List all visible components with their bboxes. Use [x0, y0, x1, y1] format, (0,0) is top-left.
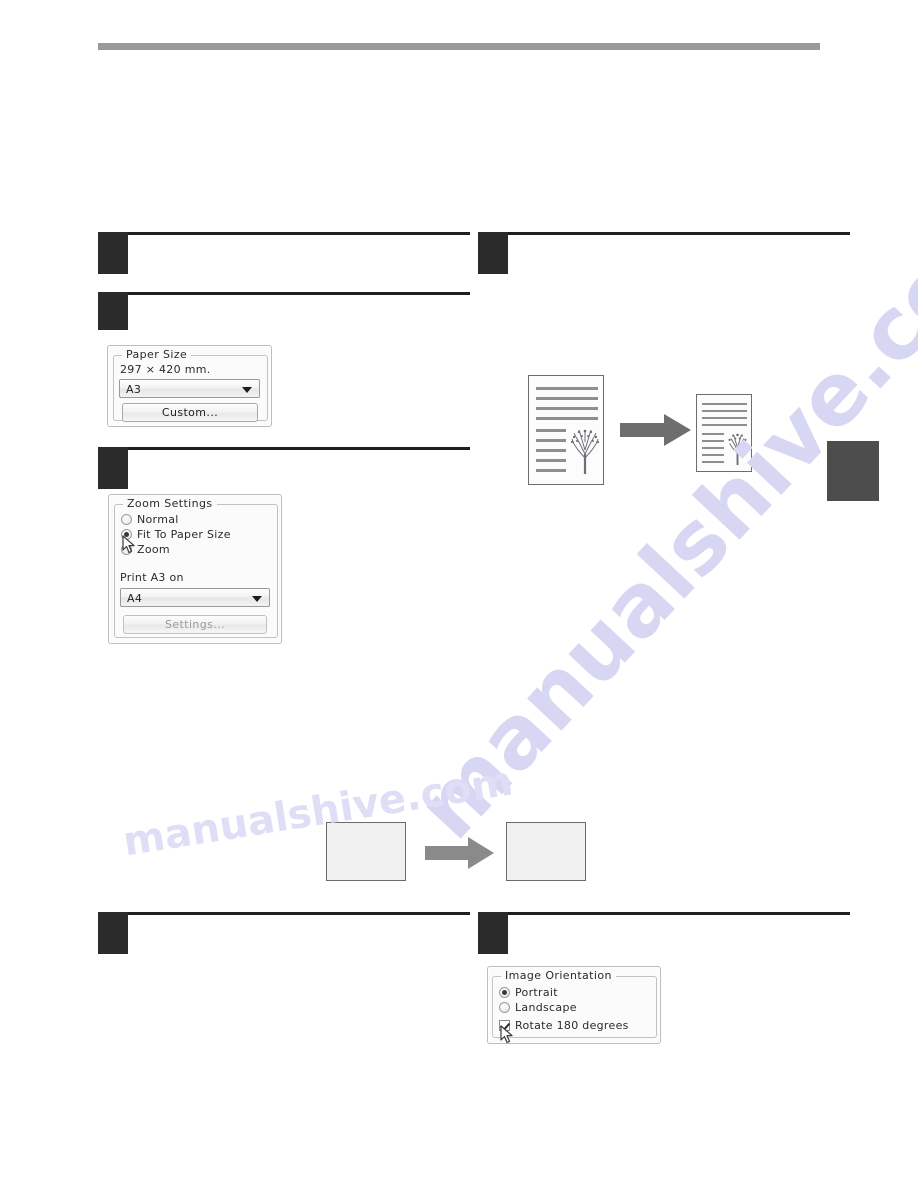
section-rule [508, 232, 850, 235]
chapter-edge-tab [827, 441, 879, 501]
section-rule [508, 912, 850, 915]
checkbox-rotate-180-label: Rotate 180 degrees [515, 1019, 629, 1032]
doc-text-line [536, 439, 566, 442]
target-document-page [696, 394, 752, 472]
paper-size-combo-value: A3 [126, 383, 142, 396]
chevron-down-icon [242, 387, 252, 393]
doc-text-line [702, 454, 724, 456]
doc-text-line [536, 449, 566, 452]
transform-arrow-icon [425, 837, 494, 869]
source-page-box [326, 822, 406, 881]
radio-fit-to-paper-size[interactable] [121, 529, 132, 540]
doc-text-line [536, 397, 598, 400]
doc-text-line [536, 417, 598, 420]
doc-text-line [536, 407, 598, 410]
radio-portrait[interactable] [499, 987, 510, 998]
section-marker-block [98, 912, 128, 954]
target-paper-combo-value: A4 [127, 592, 143, 605]
tree-icon [570, 429, 600, 474]
section-marker-block [478, 912, 508, 954]
doc-text-line [536, 429, 566, 432]
custom-button[interactable]: Custom... [122, 403, 258, 422]
section-marker-block [98, 447, 128, 489]
tree-icon [728, 433, 747, 465]
chevron-down-icon [252, 596, 262, 602]
checkbox-rotate-180[interactable] [499, 1020, 510, 1031]
section-rule [128, 447, 470, 450]
image-orientation-group-label: Image Orientation [501, 969, 616, 982]
section-marker-block [478, 232, 508, 274]
radio-normal-label: Normal [137, 513, 179, 526]
doc-text-line [702, 440, 724, 442]
print-on-label: Print A3 on [120, 571, 184, 584]
manual-page: manualshive.com manualshive.com Paper Si… [0, 0, 918, 1188]
doc-text-line [702, 433, 724, 435]
target-paper-combo[interactable]: A4 [120, 588, 270, 607]
doc-text-line [702, 417, 747, 419]
doc-text-line [702, 461, 724, 463]
section-rule [128, 232, 470, 235]
radio-portrait-label: Portrait [515, 986, 558, 999]
radio-zoom[interactable] [121, 544, 132, 555]
settings-button[interactable]: Settings... [123, 615, 267, 634]
doc-text-line [536, 469, 566, 472]
zoom-settings-group-label: Zoom Settings [123, 497, 217, 510]
image-orientation-dialog: Image Orientation Portrait Landscape Rot… [487, 966, 661, 1044]
zoom-settings-dialog: Zoom Settings Normal Fit To Paper Size Z… [108, 494, 282, 644]
page-top-rule [98, 43, 820, 50]
doc-text-line [536, 459, 566, 462]
paper-size-group-label: Paper Size [122, 348, 192, 361]
radio-normal[interactable] [121, 514, 132, 525]
radio-fit-to-paper-size-label: Fit To Paper Size [137, 528, 231, 541]
rotation-illustration [320, 815, 600, 895]
paper-size-dialog: Paper Size 297 × 420 mm. A3 Custom... [107, 345, 272, 427]
doc-text-line [702, 410, 747, 412]
watermark-primary: manualshive.com [398, 171, 918, 859]
section-marker-block [98, 292, 128, 330]
source-document-page [528, 375, 604, 485]
radio-landscape[interactable] [499, 1002, 510, 1013]
doc-text-line [702, 447, 724, 449]
scaling-illustration [520, 370, 780, 500]
section-rule [128, 912, 470, 915]
doc-text-line [702, 403, 747, 405]
section-rule [128, 292, 470, 295]
section-marker-block [98, 232, 128, 274]
rotated-page-box [506, 822, 586, 881]
paper-dimensions-text: 297 × 420 mm. [120, 363, 211, 376]
paper-size-combo[interactable]: A3 [119, 379, 260, 398]
radio-zoom-label: Zoom [137, 543, 170, 556]
transform-arrow-icon [620, 414, 691, 446]
doc-text-line [702, 424, 747, 426]
doc-text-line [536, 387, 598, 390]
radio-landscape-label: Landscape [515, 1001, 577, 1014]
